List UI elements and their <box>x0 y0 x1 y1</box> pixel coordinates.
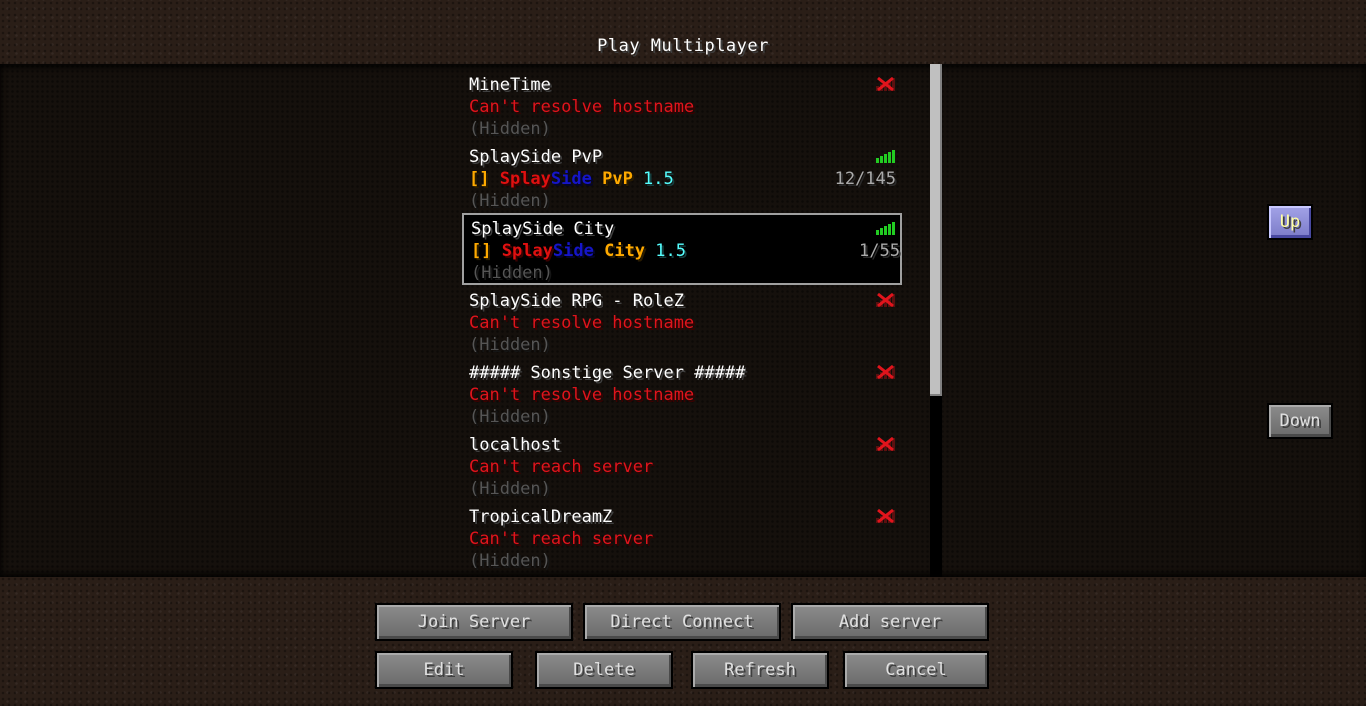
screen-title: Play Multiplayer <box>597 36 769 56</box>
server-name: localhost <box>469 435 562 455</box>
red-x-icon <box>876 508 895 524</box>
server-entry-splayside-pvp[interactable]: SplaySide PvP [] SplaySide PvP 1.5 12/14… <box>462 141 902 213</box>
server-address: (Hidden) <box>469 191 551 211</box>
join-server-button[interactable]: Join Server <box>375 603 573 641</box>
server-list[interactable]: MineTime Can't resolve hostname (Hidden)… <box>0 64 1366 577</box>
motd-mode: City <box>604 241 656 261</box>
server-status: Can't reach server <box>469 457 654 477</box>
server-name: SplaySide City <box>471 219 615 239</box>
scrollbar-thumb[interactable] <box>930 64 942 396</box>
server-motd: [] SplaySide City 1.5 <box>471 240 686 262</box>
server-status: Can't resolve hostname <box>469 313 695 333</box>
red-x-icon <box>876 436 895 452</box>
server-motd: [] SplaySide PvP 1.5 <box>469 168 674 190</box>
motd-splay: Splay <box>501 241 553 261</box>
motd-side: Side <box>550 169 603 189</box>
server-name: ##### Sonstige Server ##### <box>469 363 746 383</box>
server-address: (Hidden) <box>469 407 551 427</box>
red-x-icon <box>876 292 895 308</box>
signal-bars-icon <box>876 150 895 163</box>
server-address: (Hidden) <box>469 551 551 571</box>
server-name: TropicalDreamZ <box>469 507 613 527</box>
server-name: SplaySide RPG - RoleZ <box>469 291 684 311</box>
server-name: SplaySide PvP <box>469 147 603 167</box>
refresh-button[interactable]: Refresh <box>691 651 829 689</box>
server-entry-sonstige[interactable]: ##### Sonstige Server ##### Can't resolv… <box>462 357 902 429</box>
signal-bars-icon <box>876 222 895 235</box>
server-status: Can't resolve hostname <box>469 97 695 117</box>
server-entry-tropicaldreamz[interactable]: TropicalDreamZ Can't reach server (Hidde… <box>462 501 902 573</box>
motd-bracket: [] <box>471 241 502 261</box>
red-x-icon <box>876 76 895 92</box>
red-x-icon <box>876 364 895 380</box>
server-entry-localhost[interactable]: localhost Can't reach server (Hidden) <box>462 429 902 501</box>
edit-button[interactable]: Edit <box>375 651 513 689</box>
server-entry-splayside-rpg[interactable]: SplaySide RPG - RoleZ Can't resolve host… <box>462 285 902 357</box>
server-entry-minetime[interactable]: MineTime Can't resolve hostname (Hidden) <box>462 69 902 141</box>
server-address: (Hidden) <box>471 263 553 283</box>
direct-connect-button[interactable]: Direct Connect <box>583 603 781 641</box>
scrollbar[interactable] <box>930 64 942 577</box>
motd-side: Side <box>552 241 605 261</box>
add-server-button[interactable]: Add server <box>791 603 989 641</box>
player-count: 1/55 <box>859 241 900 261</box>
server-address: (Hidden) <box>469 119 551 139</box>
server-name: MineTime <box>469 75 551 95</box>
server-status: Can't resolve hostname <box>469 385 695 405</box>
move-up-button[interactable]: Up <box>1267 204 1313 240</box>
motd-version: 1.5 <box>655 241 686 261</box>
server-address: (Hidden) <box>469 335 551 355</box>
player-count: 12/145 <box>834 169 896 189</box>
server-address: (Hidden) <box>469 479 551 499</box>
cancel-button[interactable]: Cancel <box>843 651 989 689</box>
motd-bracket: [] <box>469 169 500 189</box>
motd-version: 1.5 <box>643 169 674 189</box>
motd-splay: Splay <box>499 169 551 189</box>
move-down-button[interactable]: Down <box>1267 403 1333 439</box>
server-entry-splayside-city[interactable]: SplaySide City [] SplaySide City 1.5 1/5… <box>462 213 902 285</box>
motd-mode: PvP <box>602 169 644 189</box>
server-status: Can't reach server <box>469 529 654 549</box>
delete-button[interactable]: Delete <box>535 651 673 689</box>
